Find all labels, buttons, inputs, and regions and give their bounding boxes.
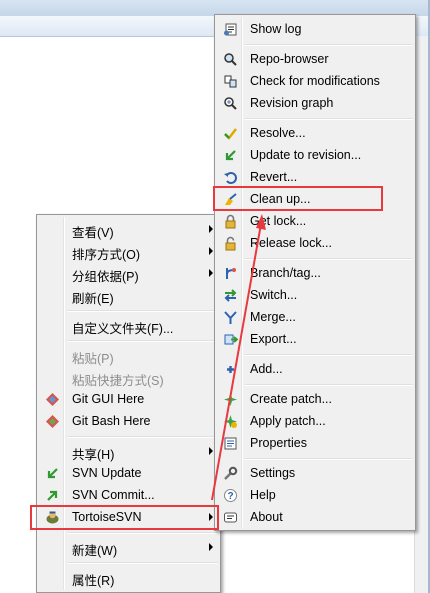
menu-item-create-patch[interactable]: Create patch... xyxy=(217,388,413,410)
switch-icon xyxy=(223,288,238,303)
menu-item-refresh[interactable]: 刷新(E) xyxy=(39,284,218,306)
menu-item-properties[interactable]: 属性(R) xyxy=(39,566,218,588)
menu-item-svn-update[interactable]: SVN Update xyxy=(39,462,218,484)
menu-item-get-lock[interactable]: Get lock... xyxy=(217,210,413,232)
menu-item-update-to-revision[interactable]: Update to revision... xyxy=(217,144,413,166)
menu-item-repo-browser[interactable]: Repo-browser xyxy=(217,48,413,70)
apply-patch-icon xyxy=(223,414,238,429)
menu-item-paste: 粘贴(P) xyxy=(72,352,114,366)
menu-item-git-bash[interactable]: Git Bash Here xyxy=(39,410,218,432)
menu-separator xyxy=(245,384,413,386)
submenu-arrow-icon xyxy=(209,447,213,455)
svg-text:?: ? xyxy=(227,491,233,502)
menu-item-resolve[interactable]: Resolve... xyxy=(217,122,413,144)
menu-separator xyxy=(67,310,218,312)
explorer-context-menu: 查看(V) 排序方式(O) 分组依据(P) 刷新(E) 自定义文件夹(F)...… xyxy=(36,214,221,593)
vertical-scrollbar[interactable] xyxy=(414,36,429,593)
menu-separator xyxy=(245,44,413,46)
show-log-icon xyxy=(223,22,238,37)
menu-item-sort-by[interactable]: 排序方式(O) xyxy=(39,240,218,262)
menu-item-revision-graph[interactable]: Revision graph xyxy=(217,92,413,114)
submenu-arrow-icon xyxy=(209,269,213,277)
menu-item-add[interactable]: Add... xyxy=(217,358,413,380)
resolve-icon xyxy=(223,126,238,141)
about-icon xyxy=(223,510,238,525)
git-bash-icon xyxy=(45,414,60,429)
submenu-arrow-icon xyxy=(209,225,213,233)
tortoisesvn-submenu: Show log Repo-browser Check for modifica… xyxy=(214,14,416,531)
menu-item-switch[interactable]: Switch... xyxy=(217,284,413,306)
menu-item-new[interactable]: 新建(W) xyxy=(39,536,218,558)
menu-item-apply-patch[interactable]: Apply patch... xyxy=(217,410,413,432)
lock-icon xyxy=(223,214,238,229)
revert-icon xyxy=(223,170,238,185)
menu-item-properties[interactable]: Properties xyxy=(217,432,413,454)
svn-update-icon xyxy=(45,466,60,481)
menu-item-revert[interactable]: Revert... xyxy=(217,166,413,188)
menu-item-release-lock[interactable]: Release lock... xyxy=(217,232,413,254)
tortoisesvn-highlight-box xyxy=(30,505,219,530)
repo-browser-icon xyxy=(223,52,238,67)
menu-separator xyxy=(245,458,413,460)
menu-separator xyxy=(245,258,413,260)
menu-item-customize-folder[interactable]: 自定义文件夹(F)... xyxy=(39,314,218,336)
properties-icon xyxy=(223,436,238,451)
menu-item-git-gui[interactable]: Git GUI Here xyxy=(39,388,218,410)
menu-item-about[interactable]: About xyxy=(217,506,413,528)
create-patch-icon xyxy=(223,392,238,407)
git-gui-icon xyxy=(45,392,60,407)
menu-item-view[interactable]: 查看(V) xyxy=(39,218,218,240)
menu-item-settings[interactable]: Settings xyxy=(217,462,413,484)
menu-item-group-by[interactable]: 分组依据(P) xyxy=(39,262,218,284)
menu-item-check-modifications[interactable]: Check for modifications xyxy=(217,70,413,92)
menu-separator xyxy=(245,354,413,356)
check-modifications-icon xyxy=(223,74,238,89)
menu-item-help[interactable]: ? Help xyxy=(217,484,413,506)
menu-separator xyxy=(67,562,218,564)
settings-icon xyxy=(223,466,238,481)
help-icon: ? xyxy=(223,488,238,503)
menu-item-share[interactable]: 共享(H) xyxy=(39,440,218,462)
menu-item-paste-shortcut: 粘贴快捷方式(S) xyxy=(72,374,164,388)
submenu-arrow-icon xyxy=(209,247,213,255)
menu-separator xyxy=(67,436,218,438)
menu-item-export[interactable]: Export... xyxy=(217,328,413,350)
menu-separator xyxy=(67,532,218,534)
menu-item-branch-tag[interactable]: Branch/tag... xyxy=(217,262,413,284)
unlock-icon xyxy=(223,236,238,251)
update-to-revision-icon xyxy=(223,148,238,163)
branch-tag-icon xyxy=(223,266,238,281)
revision-graph-icon xyxy=(223,96,238,111)
merge-icon xyxy=(223,310,238,325)
svn-commit-icon xyxy=(45,488,60,503)
menu-item-show-log[interactable]: Show log xyxy=(217,18,413,40)
menu-separator xyxy=(245,118,413,120)
menu-item-merge[interactable]: Merge... xyxy=(217,306,413,328)
menu-separator xyxy=(67,340,218,342)
export-icon xyxy=(223,332,239,347)
clean-up-highlight-box xyxy=(213,186,383,211)
add-icon xyxy=(223,362,238,377)
menu-item-svn-commit[interactable]: SVN Commit... xyxy=(39,484,218,506)
submenu-arrow-icon xyxy=(209,543,213,551)
